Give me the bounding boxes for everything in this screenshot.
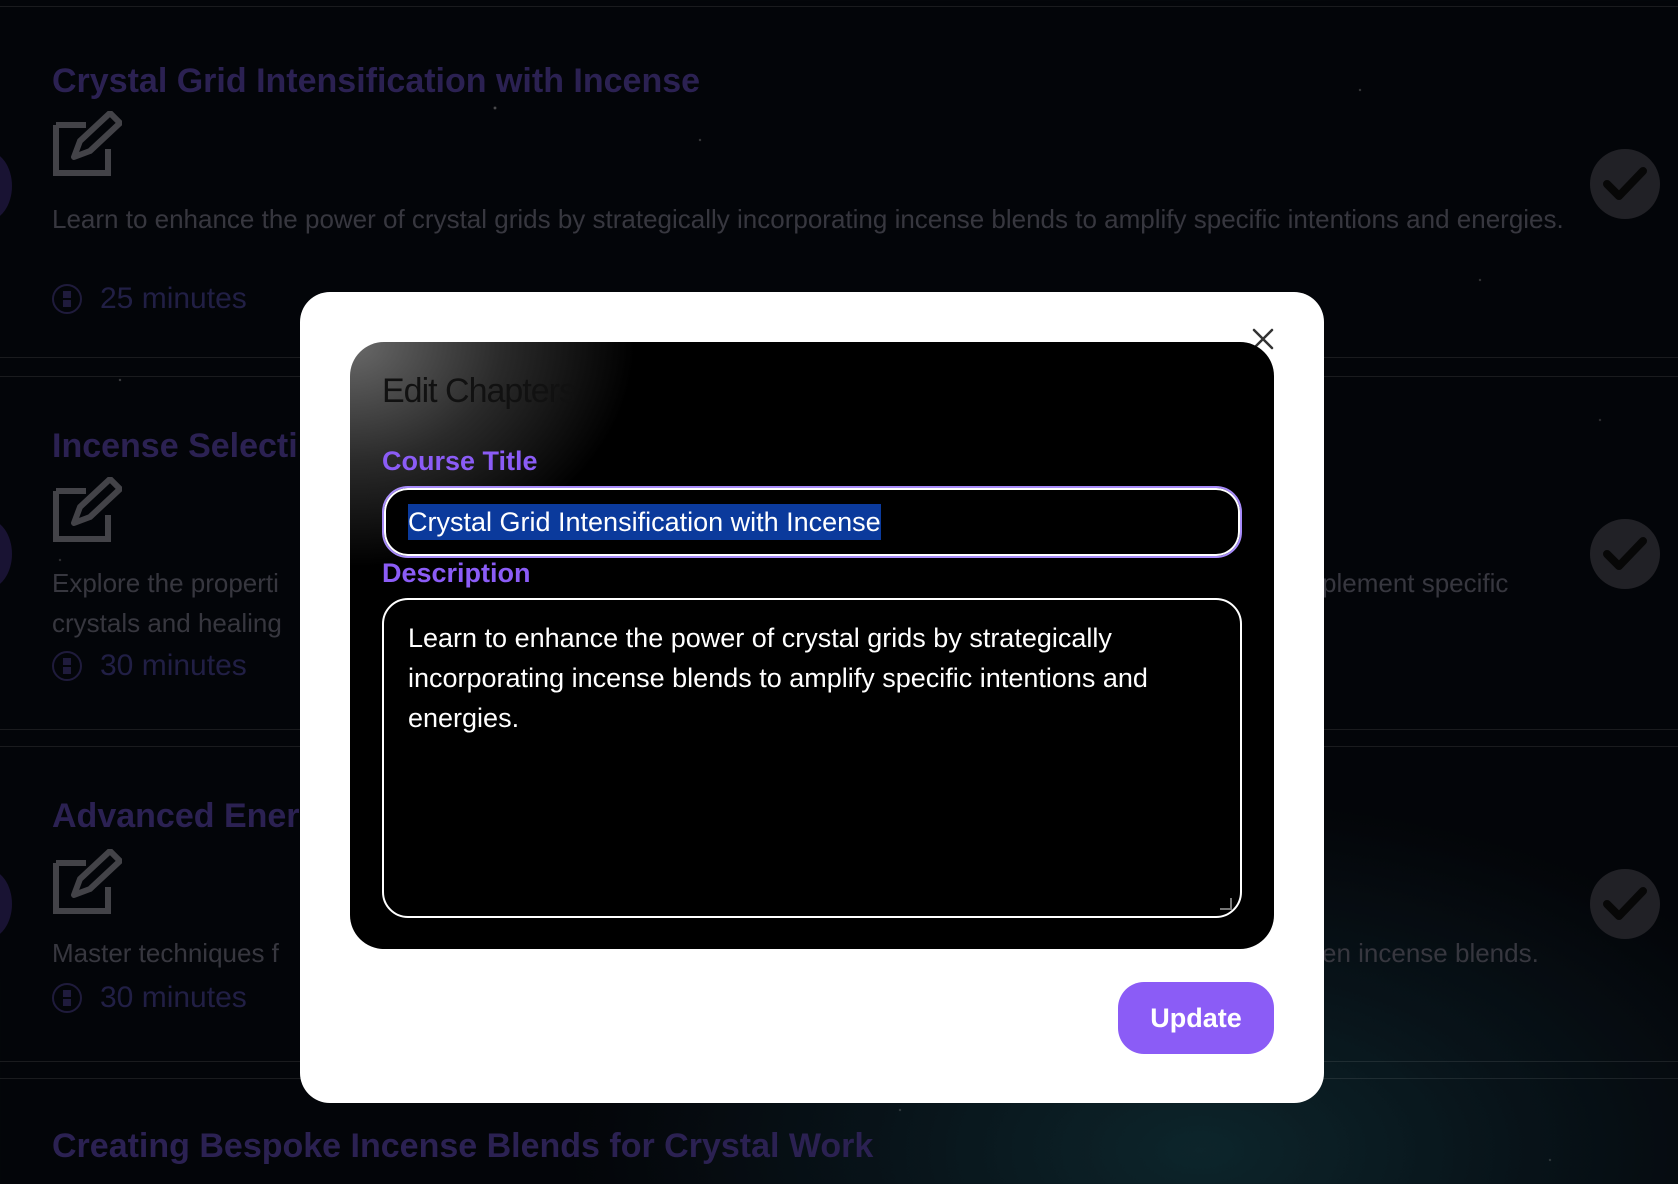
description-label: Description [382,558,531,588]
modal-form-panel: Edit Chapters Course Title Crystal Grid … [350,342,1274,949]
course-title-input[interactable]: Crystal Grid Intensification with Incens… [382,486,1242,558]
course-title-selected-text: Crystal Grid Intensification with Incens… [408,504,881,540]
edit-chapter-modal: Edit Chapters Course Title Crystal Grid … [300,292,1324,1103]
description-textarea[interactable]: Learn to enhance the power of crystal gr… [382,598,1242,918]
update-button[interactable]: Update [1118,982,1274,1054]
modal-title: Edit Chapters [382,372,576,410]
course-title-label: Course Title [382,446,538,476]
description-text: Learn to enhance the power of crystal gr… [408,623,1148,733]
resize-handle-icon[interactable] [1220,898,1232,910]
